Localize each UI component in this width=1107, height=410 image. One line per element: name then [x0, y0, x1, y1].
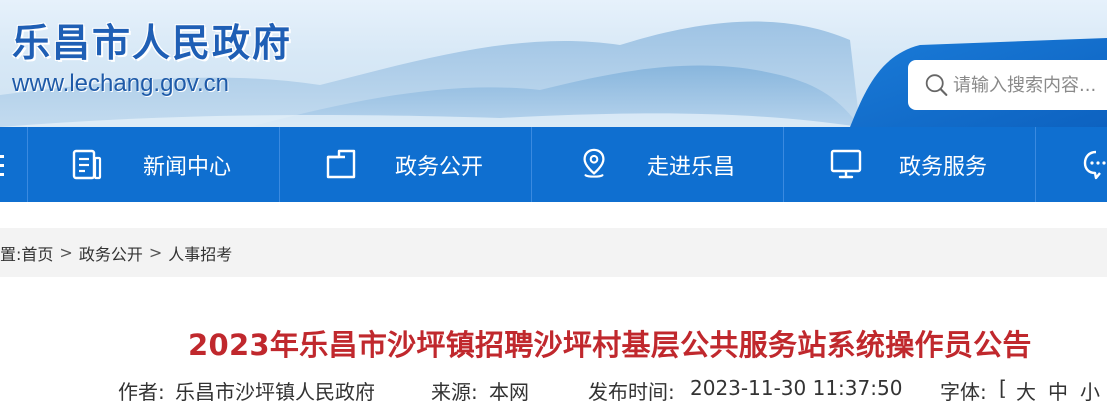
site-title: 乐昌市人民政府	[12, 20, 293, 65]
font-size-small-button[interactable]: 小	[1076, 376, 1104, 405]
author-value: 乐昌市沙坪镇人民政府	[175, 380, 375, 404]
breadcrumb-home[interactable]: 首页	[21, 241, 53, 265]
breadcrumb-recruitment[interactable]: 人事招考	[168, 241, 232, 265]
font-size-medium-button[interactable]: 中	[1044, 376, 1072, 405]
header-banner: 乐昌市人民政府 www.lechang.gov.cn	[0, 0, 1107, 127]
font-size-bracket: [	[999, 376, 1007, 400]
nav-label-gov-affairs: 政务公开	[395, 154, 484, 180]
nav-item-gov-affairs[interactable]: 政务公开	[280, 127, 530, 202]
source-value: 本网	[489, 380, 529, 404]
nav-item-news[interactable]: 新闻中心	[28, 127, 278, 202]
nav-item-partial-right[interactable]	[1036, 127, 1107, 202]
publish-time-value: 2023-11-30 11:37:50	[690, 376, 903, 400]
menu-icon	[0, 154, 4, 176]
main-nav: 新闻中心 政务公开 走进乐昌 政务服务	[0, 127, 1107, 202]
breadcrumb-prefix: 置:	[0, 244, 22, 264]
nav-label-news: 新闻中心	[143, 154, 232, 180]
publish-time-label: 发布时间:	[588, 380, 675, 404]
nav-label-gov-services: 政务服务	[899, 154, 988, 180]
nav-label-about-lechang: 走进乐昌	[647, 154, 736, 180]
search-box[interactable]	[908, 60, 1107, 110]
location-pin-icon	[583, 148, 605, 178]
monitor-icon	[830, 149, 862, 179]
nav-item-partial-left[interactable]	[0, 127, 26, 202]
folder-icon	[326, 149, 356, 179]
search-input[interactable]	[953, 74, 1107, 96]
font-size-large-button[interactable]: 大	[1012, 376, 1040, 405]
site-url: www.lechang.gov.cn	[12, 70, 230, 97]
nav-item-gov-services[interactable]: 政务服务	[784, 127, 1034, 202]
chat-bubble-icon	[1083, 150, 1106, 180]
author-label: 作者:	[118, 380, 165, 404]
breadcrumb: 置: 首页 > 政务公开 > 人事招考	[0, 228, 1107, 277]
breadcrumb-separator: >	[148, 243, 163, 262]
breadcrumb-separator: >	[59, 243, 73, 262]
font-size-label: 字体:	[940, 380, 987, 404]
nav-item-about-lechang[interactable]: 走进乐昌	[532, 127, 782, 202]
search-icon[interactable]	[924, 71, 949, 99]
article-title: 2023年乐昌市沙坪镇招聘沙坪村基层公共服务站系统操作员公告	[188, 328, 1032, 362]
source-label: 来源:	[431, 380, 478, 404]
news-icon	[72, 149, 102, 180]
breadcrumb-gov-affairs[interactable]: 政务公开	[79, 241, 143, 265]
